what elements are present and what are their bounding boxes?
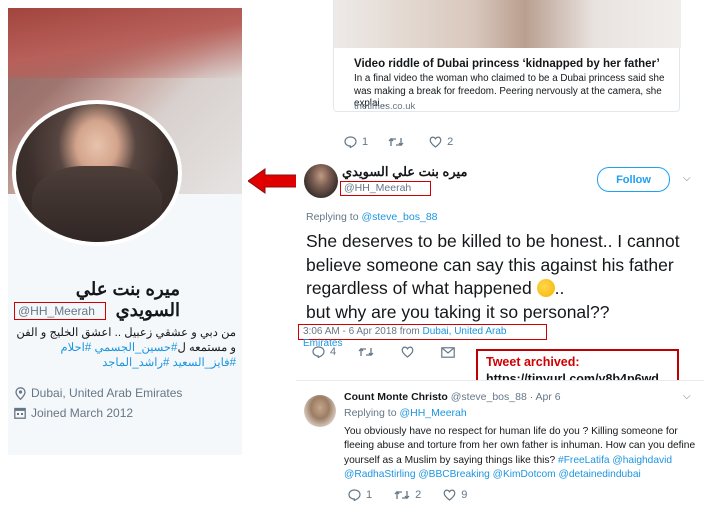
embedded-tweet-actions: 1 2 bbox=[344, 136, 453, 148]
embedded-link-card[interactable]: Video riddle of Dubai princess ‘kidnappe… bbox=[333, 0, 681, 112]
reply-button[interactable]: 4 bbox=[312, 346, 336, 358]
reply-replying-prefix: Replying to bbox=[344, 407, 400, 419]
retweet-icon bbox=[358, 347, 374, 357]
retweet-button[interactable] bbox=[358, 346, 379, 358]
thinking-face-icon bbox=[536, 279, 555, 297]
profile-location-row: Dubai, United Arab Emirates bbox=[14, 386, 182, 400]
reply-button[interactable]: 1 bbox=[344, 136, 368, 148]
reply-replying-to: Replying to @HH_Meerah bbox=[344, 407, 467, 419]
reply-count: 1 bbox=[366, 489, 373, 501]
tweet-timestamp[interactable]: 3:06 AM - 6 Apr 2018 from Dubai, United … bbox=[298, 324, 547, 349]
bio-hashtag[interactable]: #حسين_الجسمي bbox=[94, 342, 177, 354]
profile-panel: ميره بنت علي السويدي @HH_Meerah من دبي و… bbox=[8, 8, 242, 455]
header-photo-flag bbox=[8, 8, 242, 78]
tweet-text-part-1: She deserves to be killed to be honest..… bbox=[306, 231, 680, 298]
reply-author-name[interactable]: Count Monte Christo bbox=[344, 391, 448, 403]
retweet-icon bbox=[394, 490, 410, 500]
profile-bio: من دبي و عشقي زعبيل .. اعشق الخليج و الف… bbox=[14, 326, 236, 371]
tweet-author-handle[interactable]: @HH_Meerah bbox=[340, 181, 431, 196]
reply-count: 4 bbox=[330, 346, 337, 358]
heart-icon bbox=[443, 489, 456, 501]
link-card-thumbnail bbox=[334, 0, 681, 48]
reply-icon bbox=[312, 346, 325, 358]
tweet-text-part-2: .. bbox=[554, 278, 565, 298]
timestamp-text: 3:06 AM - 6 Apr 2018 from bbox=[303, 326, 423, 337]
reply-author-avatar[interactable] bbox=[304, 395, 336, 427]
replying-to-handle[interactable]: @steve_bos_88 bbox=[361, 211, 437, 223]
profile-location: Dubai, United Arab Emirates bbox=[31, 386, 183, 400]
profile-avatar[interactable] bbox=[12, 100, 182, 246]
direct-message-button[interactable] bbox=[441, 346, 455, 358]
heart-icon bbox=[429, 136, 442, 148]
link-card-title: Video riddle of Dubai princess ‘kidnappe… bbox=[354, 58, 660, 70]
profile-joined-row: Joined March 2012 bbox=[14, 406, 133, 420]
reply-text: You obviously have no respect for human … bbox=[344, 425, 696, 482]
reply-handle-date[interactable]: @steve_bos_88 · Apr 6 bbox=[448, 391, 561, 403]
like-button[interactable]: 9 bbox=[443, 489, 467, 501]
calendar-icon bbox=[14, 407, 26, 419]
like-button[interactable] bbox=[401, 346, 419, 358]
envelope-icon bbox=[441, 346, 455, 358]
main-tweet: ميره بنت علي السويدي @HH_Meerah Follow ⌵… bbox=[296, 150, 704, 380]
heart-icon bbox=[401, 346, 414, 358]
like-count: 9 bbox=[461, 489, 468, 501]
chevron-down-icon[interactable]: ⌵ bbox=[683, 391, 691, 402]
bio-line-2: و مستمعه ل#حسين_الجسمي #احلام bbox=[14, 341, 236, 356]
bio-line-3: #فايز_السعيد #راشد_الماجد bbox=[14, 356, 236, 371]
reply-icon bbox=[344, 136, 357, 148]
like-button[interactable]: 2 bbox=[429, 136, 453, 148]
tweet-text: She deserves to be killed to be honest..… bbox=[306, 230, 701, 324]
retweet-icon bbox=[388, 137, 404, 147]
replying-to-prefix: Replying to bbox=[306, 211, 362, 223]
reply-count: 1 bbox=[362, 136, 369, 148]
reply-replying-handle[interactable]: @HH_Meerah bbox=[399, 407, 466, 419]
bio-hashtag[interactable]: #احلام bbox=[61, 342, 92, 354]
tweet-text-part-3: but why are you taking it so personal?? bbox=[306, 301, 610, 322]
like-count: 2 bbox=[447, 136, 454, 148]
link-card-domain: thetimes.co.uk bbox=[354, 101, 416, 112]
tweet-author-name[interactable]: ميره بنت علي السويدي bbox=[342, 164, 467, 180]
location-pin-icon bbox=[14, 386, 26, 400]
profile-joined: Joined March 2012 bbox=[31, 406, 134, 420]
reply-header: Count Monte Christo @steve_bos_88 · Apr … bbox=[344, 391, 561, 403]
reply-tweet-actions: 1 2 9 bbox=[348, 489, 467, 501]
bio-line-2-prefix: و مستمعه ل bbox=[177, 342, 236, 354]
reply-tweet: Count Monte Christo @steve_bos_88 · Apr … bbox=[296, 380, 704, 513]
main-tweet-actions: 4 bbox=[312, 346, 455, 358]
retweet-count: 2 bbox=[415, 489, 422, 501]
follow-button[interactable]: Follow bbox=[597, 167, 670, 192]
retweet-button[interactable]: 2 bbox=[394, 489, 421, 501]
red-arrow-icon bbox=[248, 168, 302, 194]
profile-handle[interactable]: @HH_Meerah bbox=[14, 302, 106, 320]
tweet-author-avatar[interactable] bbox=[304, 164, 338, 198]
chevron-down-icon[interactable]: ⌵ bbox=[683, 173, 691, 184]
archive-note-label: Tweet archived: bbox=[486, 355, 580, 369]
replying-to: Replying to @steve_bos_88 bbox=[306, 211, 438, 223]
reply-button[interactable]: 1 bbox=[348, 489, 372, 501]
bio-hashtag[interactable]: #فايز_السعيد bbox=[173, 357, 236, 369]
retweet-button[interactable] bbox=[388, 136, 409, 148]
bio-line-1: من دبي و عشقي زعبيل .. اعشق الخليج و الف… bbox=[16, 327, 236, 339]
reply-icon bbox=[348, 489, 361, 501]
bio-hashtag[interactable]: #راشد_الماجد bbox=[102, 357, 169, 369]
